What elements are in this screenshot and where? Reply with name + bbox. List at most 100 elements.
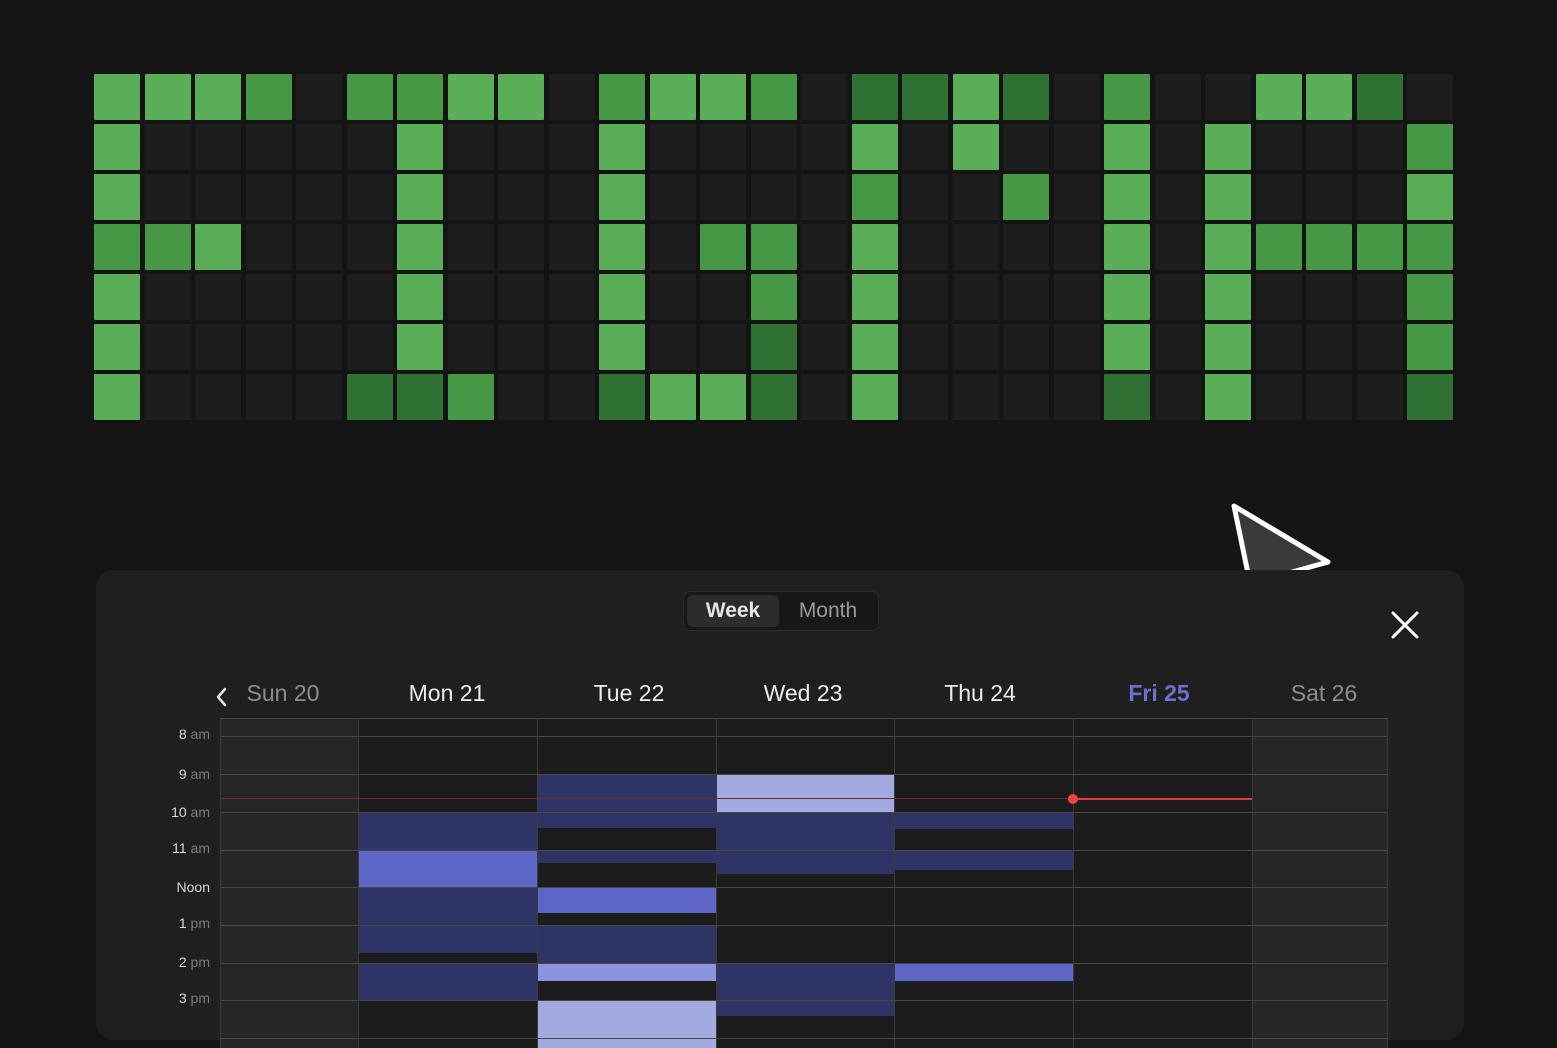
calendar-event[interactable]	[359, 850, 537, 888]
day-column-sun[interactable]	[220, 718, 358, 1048]
contribution-cell	[902, 224, 948, 270]
hour-label: 2 pm	[178, 954, 210, 970]
contribution-cell	[953, 174, 999, 220]
week-view-button[interactable]: Week	[687, 595, 779, 627]
hour-label: 1 pm	[178, 915, 210, 931]
contribution-cell	[1205, 324, 1251, 370]
calendar-event[interactable]	[359, 963, 537, 1000]
contribution-cell	[347, 224, 393, 270]
contribution-cell	[1407, 74, 1453, 120]
contribution-cell	[1256, 374, 1302, 420]
week-grid	[220, 718, 1388, 1048]
calendar-event[interactable]	[538, 775, 716, 828]
contribution-cell	[751, 174, 797, 220]
contribution-cell	[347, 324, 393, 370]
day-header-tue[interactable]: Tue 22	[554, 680, 704, 707]
contribution-cell	[1054, 274, 1100, 320]
contribution-cell	[448, 74, 494, 120]
contribution-cell	[1155, 224, 1201, 270]
contribution-cell	[397, 374, 443, 420]
contribution-cell	[953, 74, 999, 120]
contribution-cell	[1306, 124, 1352, 170]
calendar-event[interactable]	[538, 851, 716, 863]
calendar-event[interactable]	[717, 813, 894, 874]
contribution-cell	[801, 324, 847, 370]
contribution-cell	[1205, 124, 1251, 170]
day-column-sat[interactable]	[1252, 718, 1388, 1048]
contribution-cell	[145, 74, 191, 120]
contribution-cell	[246, 174, 292, 220]
contribution-cell	[953, 224, 999, 270]
contribution-cell	[953, 324, 999, 370]
contribution-cell	[1054, 324, 1100, 370]
contribution-cell	[195, 174, 241, 220]
day-header-sun[interactable]: Sun 20	[208, 680, 358, 707]
calendar-event[interactable]	[538, 888, 716, 913]
contribution-cell	[700, 374, 746, 420]
contribution-cell	[902, 174, 948, 220]
contribution-cell	[1003, 124, 1049, 170]
day-header-sat[interactable]: Sat 26	[1249, 680, 1399, 707]
contribution-cell	[700, 174, 746, 220]
calendar-event[interactable]	[538, 925, 716, 963]
contribution-cell	[1155, 74, 1201, 120]
contribution-cell	[94, 224, 140, 270]
calendar-event[interactable]	[895, 851, 1073, 870]
calendar-event[interactable]	[717, 963, 894, 1016]
calendar-event[interactable]	[717, 775, 894, 813]
contribution-cell	[397, 174, 443, 220]
day-column-fri[interactable]	[1073, 718, 1252, 1048]
contribution-grid	[94, 74, 1453, 420]
contribution-cell	[1407, 324, 1453, 370]
contribution-cell	[549, 274, 595, 320]
close-icon[interactable]	[1388, 608, 1422, 642]
contribution-cell	[448, 174, 494, 220]
calendar-event[interactable]	[895, 813, 1073, 829]
current-time-guide	[220, 798, 1072, 799]
contribution-cell	[650, 374, 696, 420]
contribution-cell	[902, 274, 948, 320]
calendar-event[interactable]	[359, 812, 537, 850]
contribution-cell	[751, 124, 797, 170]
contribution-cell	[852, 324, 898, 370]
hour-label: 3 pm	[178, 990, 210, 1006]
contribution-cell	[94, 174, 140, 220]
contribution-cell	[1357, 224, 1403, 270]
calendar-event[interactable]	[538, 963, 716, 981]
contribution-cell	[1003, 174, 1049, 220]
contribution-cell	[1155, 324, 1201, 370]
day-column-tue[interactable]	[537, 718, 716, 1048]
contribution-cell	[1003, 274, 1049, 320]
calendar-event[interactable]	[359, 888, 537, 953]
contribution-cell	[1357, 124, 1403, 170]
day-header-fri[interactable]: Fri 25	[1084, 680, 1234, 707]
day-header-mon[interactable]: Mon 21	[372, 680, 522, 707]
contribution-cell	[751, 274, 797, 320]
contribution-cell	[347, 74, 393, 120]
contribution-cell	[902, 324, 948, 370]
contribution-cell	[1256, 324, 1302, 370]
contribution-cell	[1306, 374, 1352, 420]
contribution-cell	[448, 324, 494, 370]
contribution-cell	[549, 324, 595, 370]
calendar-event[interactable]	[538, 1001, 716, 1048]
day-header-thu[interactable]: Thu 24	[905, 680, 1055, 707]
hour-label: 10 am	[171, 804, 210, 820]
contribution-cell	[296, 324, 342, 370]
contribution-cell	[599, 224, 645, 270]
contribution-cell	[1357, 274, 1403, 320]
day-column-thu[interactable]	[894, 718, 1073, 1048]
contribution-cell	[448, 374, 494, 420]
contribution-cell	[549, 224, 595, 270]
contribution-cell	[1256, 74, 1302, 120]
day-header-wed[interactable]: Wed 23	[728, 680, 878, 707]
month-view-button[interactable]: Month	[782, 595, 874, 627]
contribution-cell	[1054, 374, 1100, 420]
contribution-cell	[1104, 274, 1150, 320]
contribution-cell	[852, 274, 898, 320]
contribution-cell	[650, 174, 696, 220]
calendar-event[interactable]	[895, 963, 1073, 981]
contribution-cell	[801, 124, 847, 170]
contribution-cell	[700, 224, 746, 270]
contribution-cell	[1003, 374, 1049, 420]
